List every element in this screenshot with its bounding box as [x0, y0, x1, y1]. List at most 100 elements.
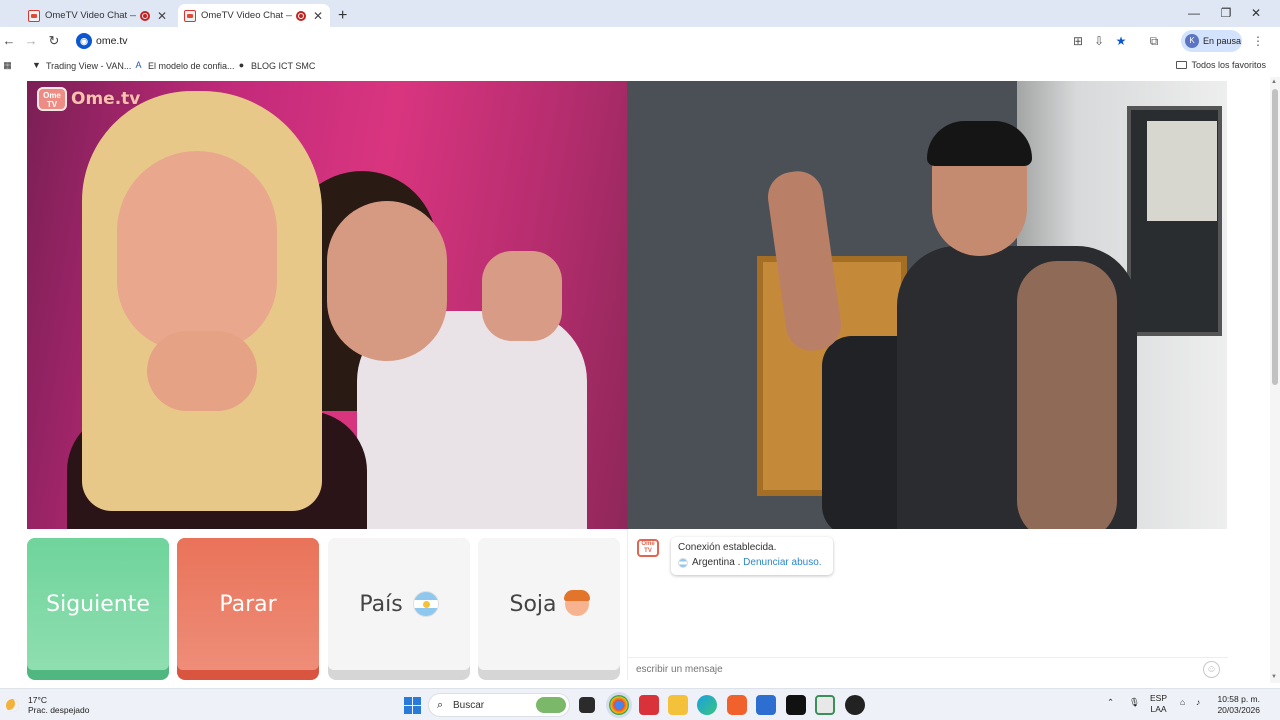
partner-country: Argentina — [692, 557, 735, 568]
browser-tab[interactable]: OmeTV Video Chat — Alter ✕ — [22, 4, 174, 27]
app-red-icon[interactable] — [639, 695, 659, 715]
person-shape — [327, 201, 447, 361]
stop-label: Parar — [219, 591, 277, 617]
back-arrow-icon[interactable]: ← — [0, 32, 18, 50]
windows-start-icon[interactable] — [402, 695, 422, 715]
next-label: Siguiente — [46, 591, 150, 617]
network-icon[interactable]: ⌂ — [1180, 697, 1185, 708]
weather-widget[interactable]: 17°C Prac. despejado — [6, 695, 89, 715]
volume-icon[interactable]: ♪ — [1196, 697, 1200, 708]
store-icon[interactable] — [756, 695, 776, 715]
message-composer: ☺ — [628, 657, 1228, 680]
address-bar[interactable]: ◉ ome.tv — [70, 30, 1141, 53]
background-shape — [1147, 121, 1217, 221]
ometv-page: Ome TV Ome.tv Siguiente Parar País Soja … — [0, 77, 1280, 683]
tab-close-icon[interactable]: ✕ — [156, 9, 168, 23]
bookmark-label: El modelo de confia... — [148, 60, 235, 71]
kebab-menu-icon[interactable]: ⋮ — [1250, 33, 1266, 49]
extensions-icon[interactable]: ⧉ — [1146, 33, 1162, 49]
bookmark-item[interactable]: ● BLOG ICT SMC — [236, 60, 316, 71]
person-shape — [927, 121, 1032, 166]
chrome-icon[interactable] — [609, 695, 629, 715]
search-label: Buscar — [453, 700, 485, 711]
restore-icon[interactable]: ❐ — [1210, 0, 1242, 27]
gender-filter-button[interactable]: Soja — [478, 538, 620, 680]
all-bookmarks-folder[interactable]: Todos los favoritos — [1176, 60, 1266, 70]
taskbar-search[interactable]: ⌕ Buscar — [428, 693, 570, 717]
ometv-favicon-icon — [184, 9, 196, 22]
tab-title: OmeTV Video Chat — Alter — [201, 10, 292, 21]
scroll-up-icon[interactable]: ▲ — [1271, 79, 1277, 85]
gender-label: Soja — [509, 591, 557, 617]
weather-temp: 17°C — [28, 695, 47, 705]
obs-icon[interactable] — [845, 695, 865, 715]
site-info-icon[interactable]: ◉ — [76, 33, 92, 49]
search-icon: ⌕ — [437, 699, 444, 711]
clock-time: 10:58 p. m. — [1217, 694, 1260, 704]
tab-close-icon[interactable]: ✕ — [312, 9, 324, 23]
country-filter-button[interactable]: País — [328, 538, 470, 680]
person-shape — [482, 251, 562, 341]
system-clock[interactable]: 10:58 p. m. 20/03/2026 — [1216, 694, 1260, 716]
person-shape — [117, 151, 277, 351]
plus-icon[interactable]: + — [338, 4, 347, 27]
bookmark-item[interactable]: ▼ Trading View - VAN... — [31, 60, 131, 71]
page-scrollbar[interactable]: ▲ ▼ — [1270, 77, 1280, 683]
next-button[interactable]: Siguiente — [27, 538, 169, 680]
language-indicator[interactable]: ESP LAA — [1150, 693, 1167, 715]
scroll-down-icon[interactable]: ▼ — [1271, 674, 1277, 680]
moon-icon — [6, 698, 19, 712]
file-explorer-icon[interactable] — [668, 695, 688, 715]
app-green-icon[interactable] — [815, 695, 835, 715]
recording-icon — [296, 10, 306, 21]
scroll-thumb[interactable] — [1272, 89, 1278, 385]
brave-icon[interactable] — [727, 695, 747, 715]
separator: . — [734, 557, 744, 568]
bookmark-item[interactable]: A El modelo de confia... — [133, 60, 235, 71]
a-logo-icon: A — [135, 60, 142, 70]
ometv-logo-icon: Ome TV — [37, 87, 67, 111]
country-label: País — [359, 591, 403, 617]
report-abuse-link[interactable]: Denunciar abuso. — [743, 557, 821, 568]
bookmark-star-icon[interactable]: ★ — [1113, 33, 1129, 49]
bookmark-label: Trading View - VAN... — [46, 60, 132, 71]
edge-icon[interactable] — [697, 695, 717, 715]
stop-button[interactable]: Parar — [177, 538, 319, 680]
chevron-up-icon[interactable]: ⌃ — [1107, 697, 1114, 708]
folder-label: Todos los favoritos — [1191, 60, 1266, 70]
translate-icon[interactable]: ⊞ — [1070, 33, 1086, 49]
search-highlight-icon — [536, 697, 566, 713]
ometv-watermark: Ome TV Ome.tv — [37, 87, 140, 111]
chat-panel: Ome TV Conexión establecida. Argentina .… — [627, 529, 1228, 680]
microphone-icon[interactable]: 🎙 — [1129, 697, 1140, 708]
install-app-icon[interactable]: ⇩ — [1091, 33, 1107, 49]
person-shape — [1017, 261, 1117, 529]
url-text: ome.tv — [96, 35, 128, 47]
bookmark-label: BLOG ICT SMC — [251, 60, 316, 71]
emoji-icon[interactable]: ☺ — [1203, 661, 1220, 678]
connection-status: Conexión establecida. — [678, 542, 777, 553]
tradingview-icon[interactable] — [786, 695, 806, 715]
folder-icon — [1176, 61, 1188, 69]
lang-line: LAA — [1150, 704, 1167, 714]
reload-icon[interactable]: ↻ — [45, 32, 63, 50]
forward-arrow-icon[interactable]: → — [22, 32, 40, 50]
avatar: K — [1185, 34, 1199, 48]
apps-grid-icon[interactable]: ▦ — [2, 60, 17, 71]
local-video: Ome TV Ome.tv — [27, 81, 627, 529]
browser-tab-active[interactable]: OmeTV Video Chat — Alter ✕ — [178, 4, 330, 27]
remote-video — [627, 81, 1227, 529]
blog-icon: ● — [238, 60, 245, 70]
window-close-icon[interactable]: ✕ — [1240, 0, 1272, 27]
brand-text: Ome.tv — [71, 89, 141, 109]
lang-line: ESP — [1150, 693, 1168, 703]
message-input[interactable] — [636, 662, 1196, 677]
argentina-flag-icon — [412, 591, 439, 617]
profile-status: En pausa — [1203, 36, 1242, 46]
minimize-icon[interactable]: — — [1178, 0, 1210, 27]
ometv-logo-icon: Ome TV — [637, 539, 659, 557]
boy-emoji-icon — [563, 590, 590, 616]
windows-taskbar: 17°C Prac. despejado ⌕ Buscar ⌃ 🎙 ESP LA… — [0, 688, 1280, 720]
task-view-icon[interactable] — [579, 697, 595, 713]
profile-button[interactable]: K En pausa — [1181, 30, 1242, 52]
